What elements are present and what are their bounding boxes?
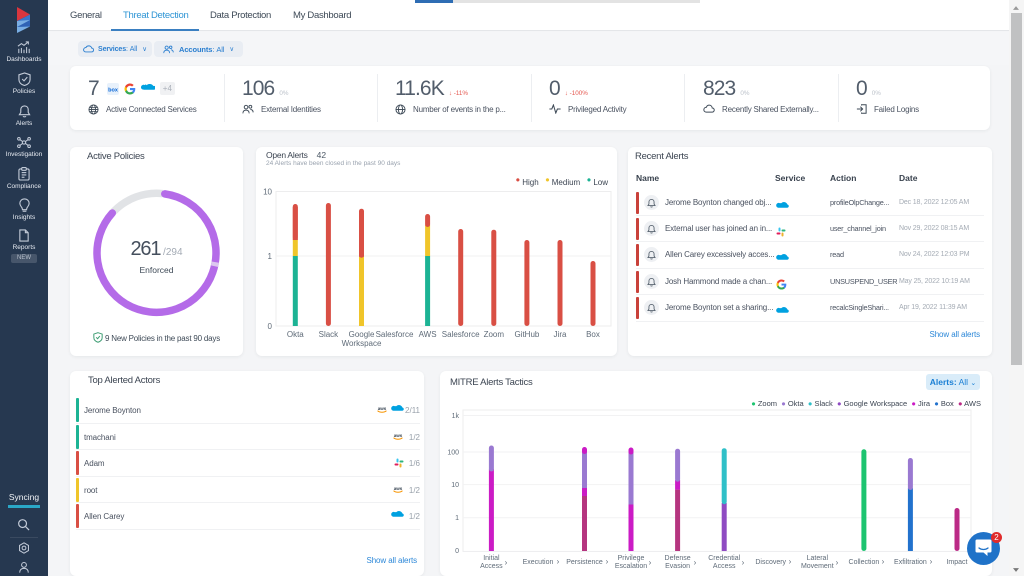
svg-text:10: 10	[451, 482, 459, 489]
svg-text:aws: aws	[394, 432, 403, 437]
svg-text:Access: Access	[480, 563, 503, 570]
svg-text:aws: aws	[378, 406, 387, 411]
svg-text:Defense: Defense	[665, 555, 691, 562]
svg-text:1k: 1k	[452, 413, 460, 420]
svg-text:Execution: Execution	[523, 559, 554, 566]
svg-text:Initial: Initial	[483, 555, 500, 562]
svg-text:›: ›	[606, 557, 609, 566]
svg-text:Workspace: Workspace	[342, 339, 382, 348]
svg-text:Persistence: Persistence	[566, 559, 603, 566]
svg-text:Slack: Slack	[319, 330, 340, 339]
svg-text:›: ›	[882, 557, 885, 566]
svg-text:›: ›	[505, 558, 508, 567]
svg-text:Credential: Credential	[708, 555, 740, 562]
svg-text:aws: aws	[394, 485, 403, 490]
svg-text:AWS: AWS	[419, 330, 437, 339]
svg-text:Movement: Movement	[801, 563, 834, 570]
svg-text:Impact: Impact	[946, 559, 967, 566]
svg-text:Access: Access	[713, 563, 736, 570]
svg-text:1: 1	[455, 515, 459, 522]
svg-text:1: 1	[268, 252, 273, 261]
svg-text:Evasion: Evasion	[665, 563, 690, 570]
svg-text:›: ›	[694, 558, 697, 567]
svg-text:Lateral: Lateral	[807, 555, 829, 562]
svg-text:Privilege: Privilege	[618, 555, 645, 562]
svg-text:0: 0	[268, 322, 273, 331]
svg-text:›: ›	[836, 558, 839, 567]
svg-text:Box: Box	[586, 330, 600, 339]
svg-text:GitHub: GitHub	[514, 330, 539, 339]
svg-text:10: 10	[263, 188, 272, 197]
svg-text:Zoom: Zoom	[484, 330, 505, 339]
svg-text:box: box	[108, 87, 119, 93]
svg-text:Salesforce: Salesforce	[376, 330, 414, 339]
svg-text:›: ›	[649, 558, 652, 567]
svg-text:Salesforce: Salesforce	[442, 330, 480, 339]
svg-text:›: ›	[557, 557, 560, 566]
svg-text:Exfiltration: Exfiltration	[894, 559, 927, 566]
svg-text:Escalation: Escalation	[615, 563, 647, 570]
svg-text:0: 0	[455, 548, 459, 555]
svg-text:Okta: Okta	[287, 330, 304, 339]
svg-text:100: 100	[447, 450, 459, 457]
svg-text:›: ›	[930, 557, 933, 566]
svg-text:Jira: Jira	[554, 330, 567, 339]
svg-text:Collection: Collection	[849, 559, 880, 566]
svg-text:Google: Google	[349, 330, 375, 339]
svg-text:›: ›	[789, 557, 792, 566]
svg-text:Discovery: Discovery	[755, 559, 786, 566]
svg-text:›: ›	[742, 558, 745, 567]
